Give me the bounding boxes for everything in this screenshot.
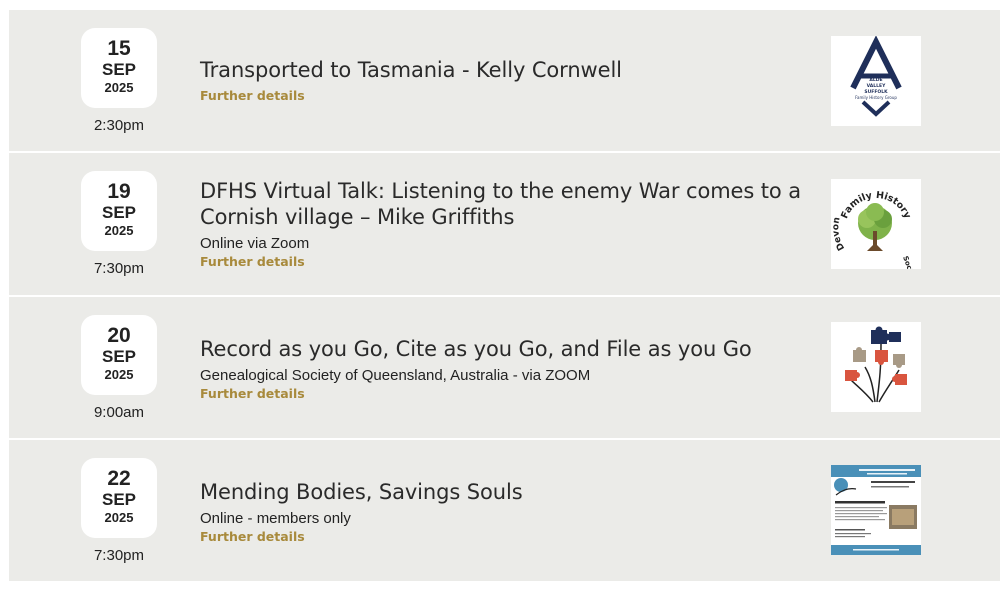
- event-day: 20: [107, 324, 131, 347]
- event-title[interactable]: Transported to Tasmania - Kelly Cornwell: [200, 57, 810, 83]
- event-list: 15 SEP 2025 2:30pm Transported to Tasman…: [9, 8, 1000, 581]
- event-time: 7:30pm: [93, 547, 145, 564]
- event-time: 9:00am: [93, 404, 145, 421]
- date-badge: 22 SEP 2025: [81, 458, 157, 538]
- logo-text-line: Family History Group: [855, 95, 897, 100]
- event-month: SEP: [101, 347, 137, 366]
- event-year: 2025: [104, 80, 134, 95]
- event-year: 2025: [104, 223, 134, 238]
- event-year: 2025: [104, 367, 134, 382]
- event-info: Transported to Tasmania - Kelly Cornwell…: [200, 57, 810, 104]
- event-month: SEP: [101, 203, 137, 222]
- event-info: Record as you Go, Cite as you Go, and Fi…: [200, 336, 810, 402]
- event-row: 15 SEP 2025 2:30pm Transported to Tasman…: [9, 8, 1000, 151]
- event-info: Mending Bodies, Savings Souls Online - m…: [200, 479, 810, 545]
- event-time: 7:30pm: [93, 260, 145, 277]
- further-details-link[interactable]: Further details: [200, 88, 810, 104]
- event-info: DFHS Virtual Talk: Listening to the enem…: [200, 178, 810, 270]
- logo-text-line: ALDE: [869, 77, 882, 83]
- devon-fhs-tree-logo-icon[interactable]: Family History Devon Society: [831, 179, 921, 269]
- event-day: 19: [107, 180, 131, 203]
- further-details-link[interactable]: Further details: [200, 529, 810, 545]
- event-title[interactable]: Mending Bodies, Savings Souls: [200, 479, 810, 505]
- event-day: 22: [107, 467, 131, 490]
- event-row: 22 SEP 2025 7:30pm Mending Bodies, Savin…: [9, 438, 1000, 581]
- event-row: 19 SEP 2025 7:30pm DFHS Virtual Talk: Li…: [9, 151, 1000, 295]
- date-badge: 15 SEP 2025: [81, 28, 157, 108]
- event-row: 20 SEP 2025 9:00am Record as you Go, Cit…: [9, 295, 1000, 438]
- further-details-link[interactable]: Further details: [200, 254, 810, 270]
- logo-text-line: VALLEY: [867, 83, 886, 89]
- alde-valley-logo-icon[interactable]: ALDE VALLEY SUFFOLK Family History Group: [831, 36, 921, 126]
- svg-text:Devon: Devon: [831, 216, 847, 252]
- logo-text-line: Devon: [831, 216, 847, 252]
- date-badge: 20 SEP 2025: [81, 315, 157, 395]
- puzzle-pieces-logo-icon[interactable]: [831, 322, 921, 412]
- date-badge: 19 SEP 2025: [81, 171, 157, 251]
- event-month: SEP: [101, 60, 137, 79]
- logo-text-line: Society: [901, 255, 919, 269]
- further-details-link[interactable]: Further details: [200, 386, 810, 402]
- event-location: Online via Zoom: [200, 235, 310, 252]
- event-time: 2:30pm: [93, 117, 145, 134]
- event-day: 15: [107, 37, 131, 60]
- event-location: Online - members only: [200, 510, 351, 527]
- event-title[interactable]: Record as you Go, Cite as you Go, and Fi…: [200, 336, 810, 362]
- event-month: SEP: [101, 490, 137, 509]
- event-title[interactable]: DFHS Virtual Talk: Listening to the enem…: [200, 178, 810, 230]
- event-location: Genealogical Society of Queensland, Aust…: [200, 367, 591, 384]
- event-year: 2025: [104, 510, 134, 525]
- event-flyer-thumbnail-icon[interactable]: [831, 465, 921, 555]
